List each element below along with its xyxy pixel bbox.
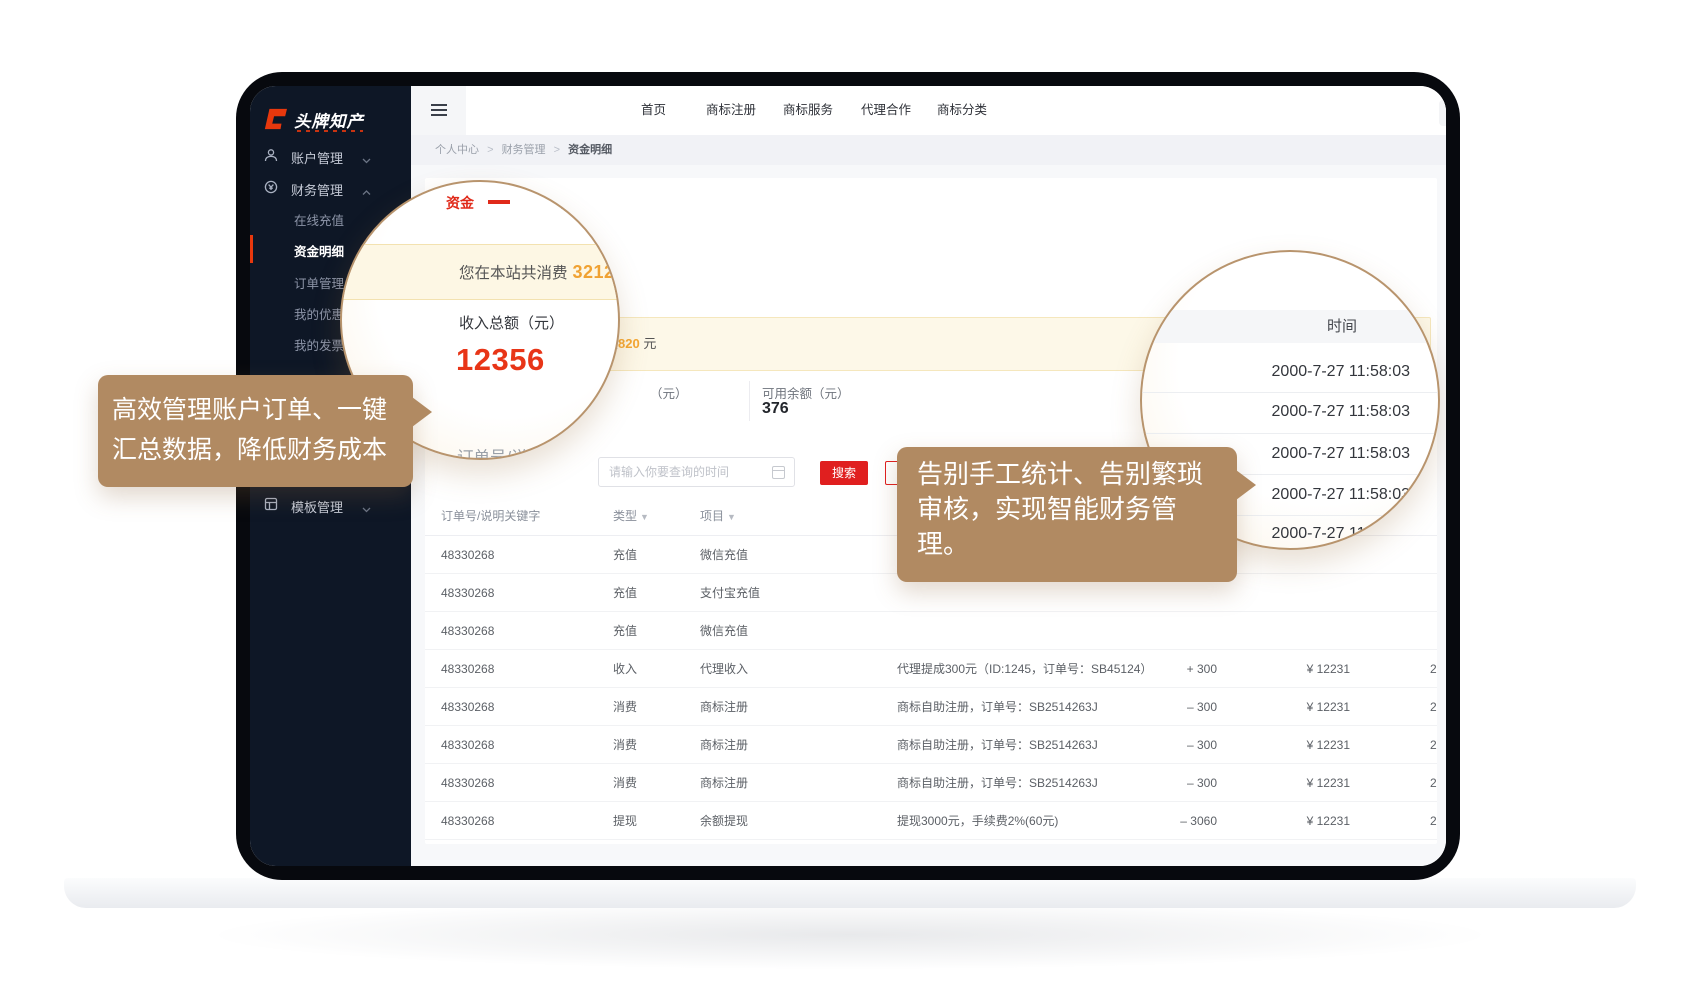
chevron-down-icon: ▼ xyxy=(727,512,736,522)
page: 头牌知产 账户管理 财务管理 xyxy=(0,0,1696,1002)
active-indicator xyxy=(250,235,253,263)
hamburger-menu-button[interactable] xyxy=(411,86,466,135)
magnified-banner: 您在本站共消费32124 xyxy=(342,244,620,300)
table-row: 48330268 充值 微信充值 xyxy=(425,612,1437,650)
laptop-frame: 头牌知产 账户管理 财务管理 xyxy=(236,72,1460,880)
breadcrumb-part[interactable]: 个人中心 xyxy=(435,144,479,156)
global-search xyxy=(1439,100,1446,126)
chevron-up-icon xyxy=(362,184,371,199)
col-header-order[interactable]: 订单号/说明关键字 xyxy=(441,504,601,528)
logo-subtext-decoration xyxy=(297,130,363,132)
nav-home[interactable]: 首页 xyxy=(641,86,666,135)
table-row: 48330268 提现 余额提现 提现3000元，手续费2%(60元) – 30… xyxy=(425,802,1437,840)
search-input[interactable] xyxy=(1439,100,1446,126)
magnified-col-header-fragment: 订单号/说明关键字 xyxy=(457,444,594,460)
callout-left: 高效管理账户订单、一键 汇总数据，降低财务成本 xyxy=(98,375,413,487)
callout-right: 告别手工统计、告别繁琐 审核，实现智能财务管 理。 xyxy=(897,447,1237,582)
callout-arrow-right xyxy=(412,397,432,427)
logo-text: 头牌知产 xyxy=(294,108,364,132)
magnified-income-value: 12356 xyxy=(456,342,545,378)
laptop-base xyxy=(64,878,1636,908)
chevron-down-icon: ▼ xyxy=(640,512,649,522)
sidebar-item-finance[interactable]: 财务管理 xyxy=(250,173,411,203)
app-window: 头牌知产 账户管理 财务管理 xyxy=(250,86,1446,866)
breadcrumb-current: 资金明细 xyxy=(568,144,612,156)
magnified-tab-active-fragment: 资金 xyxy=(446,193,474,213)
magnified-income-label: 收入总额（元） xyxy=(459,312,564,333)
sidebar-item-template[interactable]: 模板管理 xyxy=(250,490,411,520)
breadcrumb-part[interactable]: 财务管理 xyxy=(502,144,546,156)
sidebar-item-account[interactable]: 账户管理 xyxy=(250,141,411,171)
template-icon xyxy=(264,497,278,514)
date-query-input[interactable] xyxy=(599,458,769,486)
nav-trademark-register[interactable]: 商标注册 xyxy=(706,86,756,135)
chevron-down-icon xyxy=(362,152,371,167)
chevron-down-icon xyxy=(362,501,371,516)
stat-available-balance-value: 376 xyxy=(762,400,789,418)
magnified-time-value: 2000-7-27 11:58:03 xyxy=(1202,396,1410,428)
table-row: 48330268 消费 商标注册 商标自助注册，订单号：SB2514263J –… xyxy=(425,688,1437,726)
nav-trademark-category[interactable]: 商标分类 xyxy=(937,86,987,135)
callout-arrow-right xyxy=(1236,470,1256,500)
breadcrumb: 个人中心 > 财务管理 > 资金明细 xyxy=(411,135,1446,165)
magnified-time-value: 2000-7-27 11:58:03 xyxy=(1202,356,1410,388)
table-row: 48330268 消费 商标注册 商标自助注册，订单号：SB2514263J –… xyxy=(425,726,1437,764)
magnified-time-header: 时间 xyxy=(1142,310,1440,343)
search-button[interactable]: 搜索 xyxy=(820,461,868,485)
topbar: 首页 商标注册 商标服务 代理合作 商标分类 xyxy=(411,86,1446,135)
table-row: 48330268 收入 代理收入 代理提成300元（ID:1245，订单号：SB… xyxy=(425,650,1437,688)
magnified-tab-inactive-fragment: 明细 xyxy=(560,195,586,214)
date-query-field xyxy=(598,457,795,487)
stat-label-partial: （元） xyxy=(650,383,688,402)
logo[interactable]: 头牌知产 xyxy=(263,106,403,136)
magnified-tab-underline xyxy=(488,200,510,204)
logo-mark-icon xyxy=(263,108,287,135)
nav-trademark-service[interactable]: 商标服务 xyxy=(783,86,833,135)
table-row: 48330268 消费 商标注册 商标自助注册，订单号：SB2514263J –… xyxy=(425,764,1437,802)
finance-icon xyxy=(264,180,278,197)
col-header-type[interactable]: 类型▼ xyxy=(613,504,649,528)
calendar-icon[interactable] xyxy=(772,466,785,479)
col-header-project[interactable]: 项目▼ xyxy=(700,504,736,528)
nav-agent-cooperation[interactable]: 代理合作 xyxy=(861,86,911,135)
user-icon xyxy=(264,148,278,165)
ground-shadow xyxy=(200,900,1500,970)
stat-divider xyxy=(749,381,750,421)
